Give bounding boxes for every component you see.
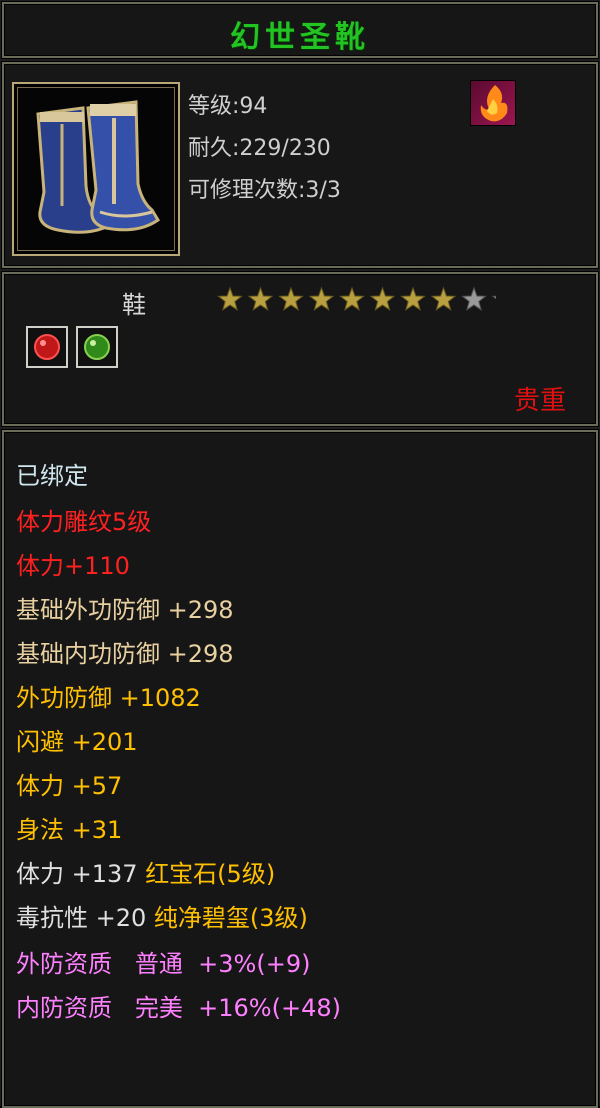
gem2-stat: 毒抗性 +20 bbox=[16, 904, 154, 932]
star-empty-icon bbox=[491, 295, 496, 300]
red-gem-icon[interactable] bbox=[26, 326, 68, 368]
gem2-name: 纯净碧玺(3级) bbox=[153, 904, 308, 932]
star-filled-icon bbox=[217, 286, 243, 311]
rarity-label: 贵重 bbox=[513, 386, 566, 416]
quality1-label: 外防资质 bbox=[16, 950, 112, 978]
agility-attr: 身法 +31 bbox=[16, 816, 123, 844]
item-icon-frame bbox=[12, 82, 180, 256]
item-type: 鞋 bbox=[122, 291, 146, 319]
level-text: 等级:94 bbox=[188, 94, 268, 119]
gem1-attr: 体力 +137 红宝石(5级) bbox=[16, 854, 275, 889]
gem1-name: 红宝石(5级) bbox=[145, 860, 276, 888]
fire-attribute-icon bbox=[470, 80, 516, 126]
quality2-value: +16%(+48) bbox=[198, 994, 341, 1022]
durability-text: 耐久:229/230 bbox=[188, 136, 331, 161]
star-filled-icon bbox=[339, 286, 365, 311]
quality1-value: +3%(+9) bbox=[198, 950, 311, 978]
star-empty-icon bbox=[461, 286, 487, 311]
item-tooltip: 幻世圣靴 等级:94 耐久:229/230 可修理次数:3/3 鞋 贵重 已绑定… bbox=[0, 0, 600, 1108]
star-filled-icon bbox=[247, 286, 274, 311]
quality2-label: 内防资质 bbox=[16, 994, 112, 1022]
outer-quality-attr: 外防资质 普通 +3%(+9) bbox=[16, 944, 310, 979]
green-gem-icon[interactable] bbox=[76, 326, 118, 368]
title-bar: 幻世圣靴 bbox=[2, 2, 598, 58]
base-inner-defense-attr: 基础内功防御 +298 bbox=[16, 640, 234, 668]
star-filled-icon bbox=[430, 286, 457, 311]
boots-icon bbox=[36, 100, 161, 234]
item-name: 幻世圣靴 bbox=[230, 20, 370, 55]
vitality-bonus-attr: 体力+110 bbox=[16, 552, 130, 580]
outer-defense-attr: 外功防御 +1082 bbox=[16, 684, 201, 712]
repair-count-text: 可修理次数:3/3 bbox=[188, 178, 341, 203]
star-rating bbox=[217, 286, 496, 311]
quality2-grade: 完美 bbox=[134, 994, 183, 1022]
vitality-attr: 体力 +57 bbox=[16, 772, 123, 800]
gem1-stat: 体力 +137 bbox=[16, 860, 146, 888]
star-filled-icon bbox=[278, 286, 304, 311]
star-filled-icon bbox=[369, 286, 396, 311]
bound-status: 已绑定 bbox=[16, 462, 88, 490]
gem2-attr: 毒抗性 +20 纯净碧玺(3级) bbox=[16, 898, 308, 933]
star-filled-icon bbox=[400, 286, 426, 311]
dodge-attr: 闪避 +201 bbox=[16, 728, 138, 756]
quality1-grade: 普通 bbox=[134, 950, 183, 978]
inner-quality-attr: 内防资质 完美 +16%(+48) bbox=[16, 988, 341, 1023]
star-filled-icon bbox=[308, 286, 335, 311]
base-outer-defense-attr: 基础外功防御 +298 bbox=[16, 596, 234, 624]
engrave-attr: 体力雕纹5级 bbox=[16, 508, 152, 536]
